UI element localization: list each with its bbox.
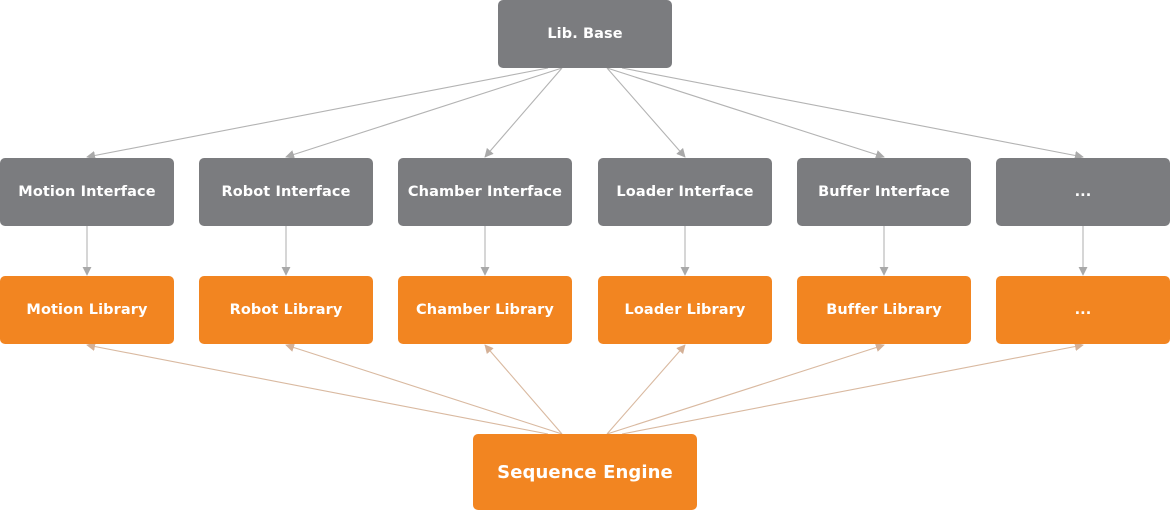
robot-interface-node: Robot Interface xyxy=(199,158,373,226)
sequence-engine-label: Sequence Engine xyxy=(497,461,673,483)
sequence-engine-node: Sequence Engine xyxy=(473,434,697,510)
lib-base-node: Lib. Base xyxy=(498,0,672,68)
edge-base-to-robot-interface xyxy=(285,67,563,159)
more-library-label: ... xyxy=(1074,302,1092,318)
edge-base-to-more-interface xyxy=(621,67,1084,160)
robot-library-node: Robot Library xyxy=(199,276,373,344)
chamber-interface-node: Chamber Interface xyxy=(398,158,572,226)
base-to-interface-edges xyxy=(86,67,1084,160)
interface-to-library-edges xyxy=(82,226,1088,276)
buffer-library-node: Buffer Library xyxy=(797,276,971,344)
motion-interface-node: Motion Interface xyxy=(0,158,174,226)
loader-interface-label: Loader Interface xyxy=(616,184,754,200)
chamber-library-node: Chamber Library xyxy=(398,276,572,344)
robot-interface-label: Robot Interface xyxy=(221,184,351,200)
loader-library-label: Loader Library xyxy=(624,302,746,318)
lib-base-label: Lib. Base xyxy=(547,26,623,42)
motion-library-node: Motion Library xyxy=(0,276,174,344)
more-interface-label: ... xyxy=(1074,184,1092,200)
buffer-library-label: Buffer Library xyxy=(826,302,942,318)
chamber-library-label: Chamber Library xyxy=(416,302,554,318)
buffer-interface-node: Buffer Interface xyxy=(797,158,971,226)
chamber-interface-label: Chamber Interface xyxy=(407,184,563,200)
more-interface-node: ... xyxy=(996,158,1170,226)
buffer-interface-label: Buffer Interface xyxy=(818,184,950,200)
edge-engine-to-motion-library xyxy=(86,342,549,435)
edge-base-to-chamber-interface xyxy=(484,67,563,158)
robot-library-label: Robot Library xyxy=(229,302,343,318)
edge-engine-to-more-library xyxy=(621,342,1084,435)
more-library-node: ... xyxy=(996,276,1170,344)
edge-engine-to-buffer-library xyxy=(606,343,885,435)
loader-library-node: Loader Library xyxy=(598,276,772,344)
engine-to-library-edges xyxy=(86,342,1084,435)
loader-interface-node: Loader Interface xyxy=(598,158,772,226)
edge-engine-to-chamber-library xyxy=(484,344,563,435)
edge-base-to-loader-interface xyxy=(606,67,686,158)
motion-library-label: Motion Library xyxy=(26,302,148,318)
edge-base-to-motion-interface xyxy=(86,67,549,160)
motion-interface-label: Motion Interface xyxy=(18,184,156,200)
edge-engine-to-loader-library xyxy=(606,344,686,435)
edge-base-to-buffer-interface xyxy=(606,67,885,159)
edge-engine-to-robot-library xyxy=(285,343,563,435)
